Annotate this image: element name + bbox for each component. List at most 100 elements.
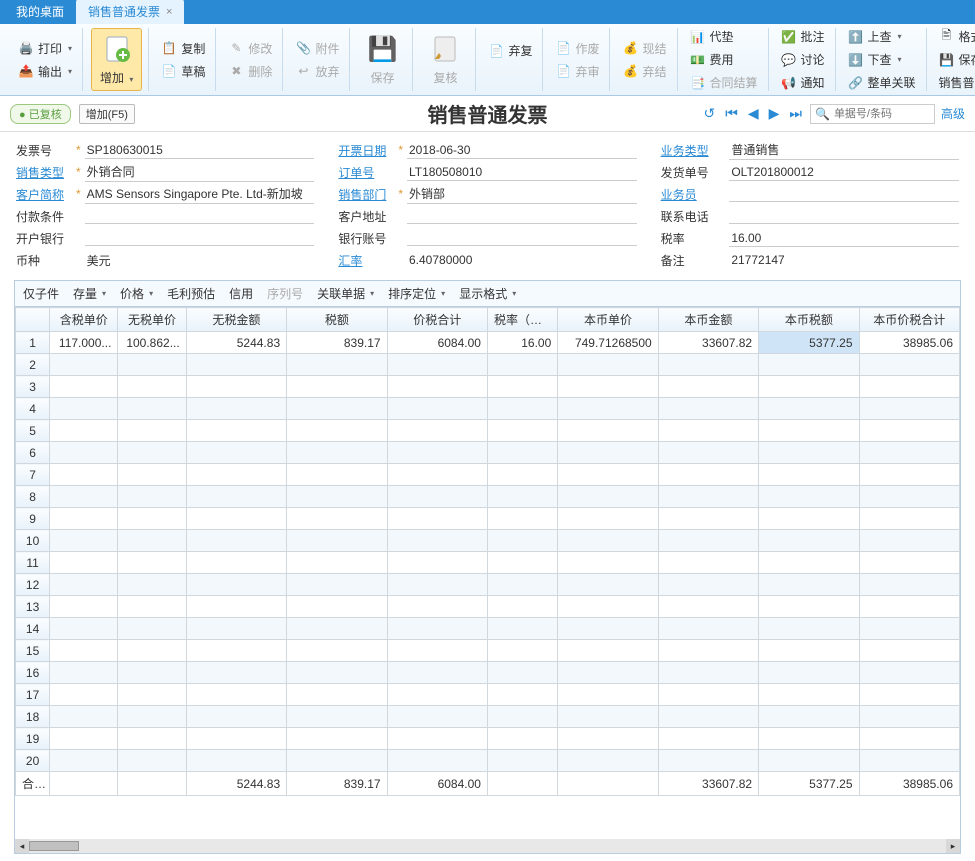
- grid-cell[interactable]: [287, 376, 387, 398]
- value-biz-type[interactable]: 普通销售: [729, 140, 959, 160]
- value-cust-addr[interactable]: [407, 208, 637, 224]
- grid-cell[interactable]: [287, 420, 387, 442]
- value-sale-type[interactable]: 外销合同: [85, 162, 315, 182]
- grid-cell[interactable]: [487, 750, 557, 772]
- value-bank-acct[interactable]: [407, 230, 637, 246]
- grid-cell[interactable]: [118, 728, 186, 750]
- gt-display[interactable]: 显示格式 ▾: [459, 285, 516, 302]
- grid-cell[interactable]: [658, 486, 758, 508]
- table-row[interactable]: 17: [16, 684, 960, 706]
- table-row[interactable]: 11: [16, 552, 960, 574]
- grid-cell[interactable]: [487, 420, 557, 442]
- approve-button[interactable]: ✅批注: [777, 26, 829, 47]
- discuss-button[interactable]: 💬讨论: [777, 49, 829, 70]
- value-tax-rate[interactable]: 16.00: [729, 230, 959, 247]
- grid-cell[interactable]: [759, 640, 859, 662]
- row-number[interactable]: 12: [16, 574, 50, 596]
- grid-cell[interactable]: [186, 508, 286, 530]
- table-row[interactable]: 10: [16, 530, 960, 552]
- grid-cell[interactable]: [186, 662, 286, 684]
- grid-cell[interactable]: [186, 442, 286, 464]
- grid-cell[interactable]: 5377.25: [759, 332, 859, 354]
- grid-cell[interactable]: [118, 354, 186, 376]
- check-up-button[interactable]: ⬆️上查▾: [844, 26, 920, 47]
- grid-cell[interactable]: [759, 750, 859, 772]
- grid-header[interactable]: 无税单价: [118, 308, 186, 332]
- grid-cell[interactable]: [558, 552, 658, 574]
- grid-cell[interactable]: [859, 618, 959, 640]
- print-button[interactable]: 🖨️打印▾: [14, 38, 76, 59]
- grid-cell[interactable]: [658, 684, 758, 706]
- table-row[interactable]: 9: [16, 508, 960, 530]
- value-bank[interactable]: [85, 230, 315, 246]
- grid-cell[interactable]: [186, 618, 286, 640]
- value-invoice-no[interactable]: SP180630015: [85, 142, 315, 159]
- grid-cell[interactable]: [487, 376, 557, 398]
- grid-cell[interactable]: [558, 398, 658, 420]
- row-number[interactable]: 5: [16, 420, 50, 442]
- grid-cell[interactable]: [387, 596, 487, 618]
- grid-cell[interactable]: [50, 486, 118, 508]
- grid-header[interactable]: 税额: [287, 308, 387, 332]
- value-remark[interactable]: 21772147: [729, 252, 959, 268]
- grid-cell[interactable]: [658, 530, 758, 552]
- grid-cell[interactable]: [859, 376, 959, 398]
- grid-header[interactable]: 含税单价: [50, 308, 118, 332]
- grid-cell[interactable]: [118, 486, 186, 508]
- grid-cell[interactable]: [387, 662, 487, 684]
- grid-cell[interactable]: 6084.00: [387, 332, 487, 354]
- grid-header[interactable]: 本币税额: [759, 308, 859, 332]
- row-number[interactable]: 17: [16, 684, 50, 706]
- table-row[interactable]: 7: [16, 464, 960, 486]
- grid-cell[interactable]: 16.00: [487, 332, 557, 354]
- label-salesman[interactable]: 业务员: [661, 186, 717, 203]
- grid-cell[interactable]: 33607.82: [658, 332, 758, 354]
- grid-cell[interactable]: [859, 684, 959, 706]
- grid-cell[interactable]: [287, 706, 387, 728]
- grid-cell[interactable]: [50, 508, 118, 530]
- grid-cell[interactable]: [558, 706, 658, 728]
- row-number[interactable]: 15: [16, 640, 50, 662]
- grid-cell[interactable]: [658, 508, 758, 530]
- check-down-button[interactable]: ⬇️下查▾: [844, 49, 920, 70]
- grid-cell[interactable]: [118, 442, 186, 464]
- grid-cell[interactable]: [487, 574, 557, 596]
- label-customer[interactable]: 客户简称: [16, 186, 72, 203]
- grid-cell[interactable]: [558, 596, 658, 618]
- grid-cell[interactable]: [186, 574, 286, 596]
- table-row[interactable]: 5: [16, 420, 960, 442]
- label-exch-rate[interactable]: 汇率: [338, 252, 394, 269]
- copy-button[interactable]: 📋复制: [157, 38, 209, 59]
- grid-header[interactable]: 本币金额: [658, 308, 758, 332]
- grid-cell[interactable]: [118, 508, 186, 530]
- value-invoice-date[interactable]: 2018-06-30: [407, 142, 637, 159]
- grid-cell[interactable]: [658, 376, 758, 398]
- grid-cell[interactable]: [118, 552, 186, 574]
- grid-cell[interactable]: [759, 596, 859, 618]
- full-link-button[interactable]: 🔗整单关联: [844, 72, 920, 93]
- notify-button[interactable]: 📢通知: [777, 72, 829, 93]
- grid-cell[interactable]: [759, 618, 859, 640]
- grid-cell[interactable]: [558, 420, 658, 442]
- grid-cell[interactable]: [387, 508, 487, 530]
- grid-cell[interactable]: [387, 464, 487, 486]
- data-grid[interactable]: 含税单价 无税单价 无税金额 税额 价税合计 税率（%） 本币单价 本币金额 本…: [14, 306, 961, 854]
- grid-cell[interactable]: [759, 530, 859, 552]
- advance-button[interactable]: 📊代垫: [686, 26, 762, 47]
- grid-cell[interactable]: [186, 464, 286, 486]
- grid-cell[interactable]: [50, 706, 118, 728]
- grid-cell[interactable]: [387, 640, 487, 662]
- grid-header[interactable]: 税率（%）: [487, 308, 557, 332]
- value-order-no[interactable]: LT180508010: [407, 164, 637, 181]
- grid-cell[interactable]: [859, 508, 959, 530]
- grid-cell[interactable]: [658, 354, 758, 376]
- grid-cell[interactable]: [287, 640, 387, 662]
- draft-button[interactable]: 📄草稿: [157, 61, 209, 82]
- table-row[interactable]: 15: [16, 640, 960, 662]
- grid-cell[interactable]: [50, 376, 118, 398]
- grid-cell[interactable]: [50, 728, 118, 750]
- grid-cell[interactable]: [658, 596, 758, 618]
- grid-cell[interactable]: [558, 750, 658, 772]
- grid-cell[interactable]: [287, 750, 387, 772]
- grid-cell[interactable]: [118, 596, 186, 618]
